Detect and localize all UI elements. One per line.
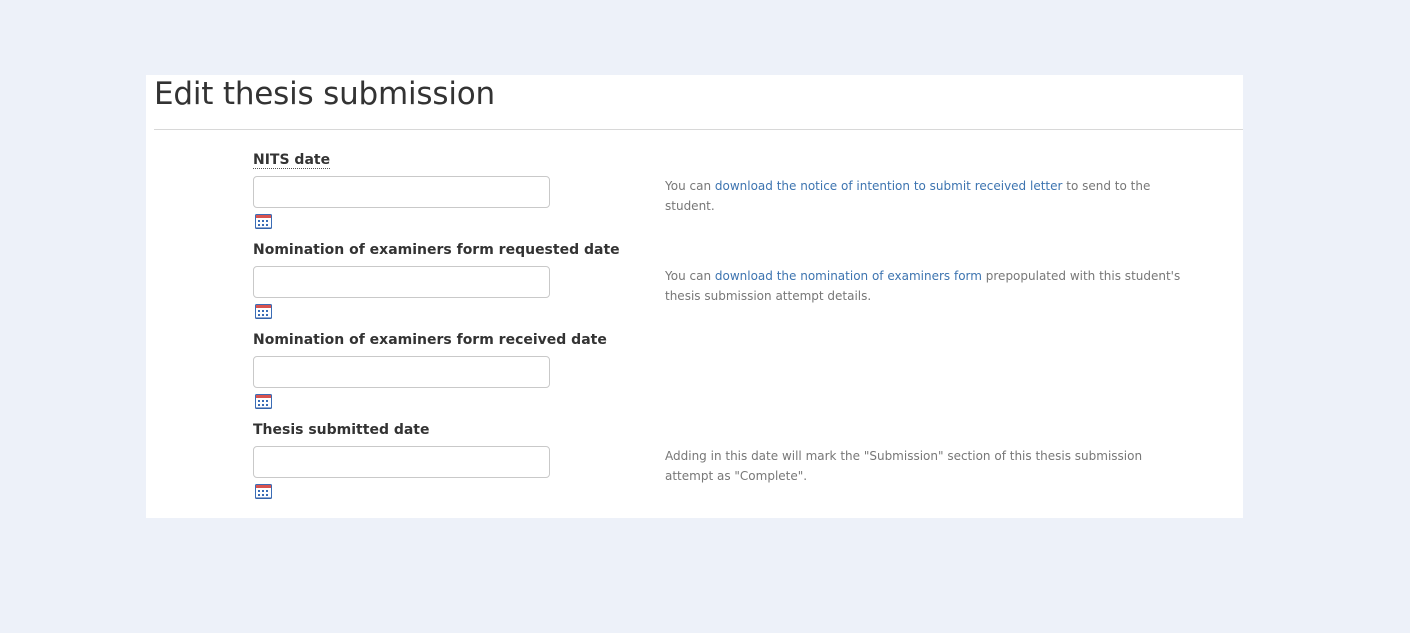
help-text: You can: [665, 179, 715, 193]
field-label-thesis-submitted: Thesis submitted date: [253, 422, 430, 438]
help-nomination-requested: You can download the nomination of exami…: [665, 266, 1185, 306]
title-divider: [154, 129, 1243, 130]
download-nits-letter-link[interactable]: download the notice of intention to subm…: [715, 179, 1063, 193]
field-label-nomination-received: Nomination of examiners form received da…: [253, 332, 607, 348]
download-nomination-form-link[interactable]: download the nomination of examiners for…: [715, 269, 982, 283]
calendar-icon[interactable]: [255, 484, 272, 499]
calendar-icon[interactable]: [255, 304, 272, 319]
calendar-icon[interactable]: [255, 394, 272, 409]
nomination-received-date-input[interactable]: [253, 356, 550, 388]
nits-abbreviation: NITS date: [253, 152, 331, 169]
help-text: You can: [665, 269, 715, 283]
help-nits-date: You can download the notice of intention…: [665, 176, 1185, 216]
thesis-submitted-date-input[interactable]: [253, 446, 550, 478]
nomination-requested-date-input[interactable]: [253, 266, 550, 298]
field-label-nits-date: NITS date: [253, 151, 331, 169]
field-label-nomination-requested: Nomination of examiners form requested d…: [253, 242, 620, 258]
page-title: Edit thesis submission: [154, 76, 495, 112]
nits-date-input[interactable]: [253, 176, 550, 208]
field-nomination-received-date: Nomination of examiners form received da…: [253, 331, 1053, 421]
calendar-icon[interactable]: [255, 214, 272, 229]
help-thesis-submitted: Adding in this date will mark the "Submi…: [665, 449, 1143, 483]
edit-thesis-panel: Edit thesis submission NITS date You can…: [146, 75, 1243, 518]
